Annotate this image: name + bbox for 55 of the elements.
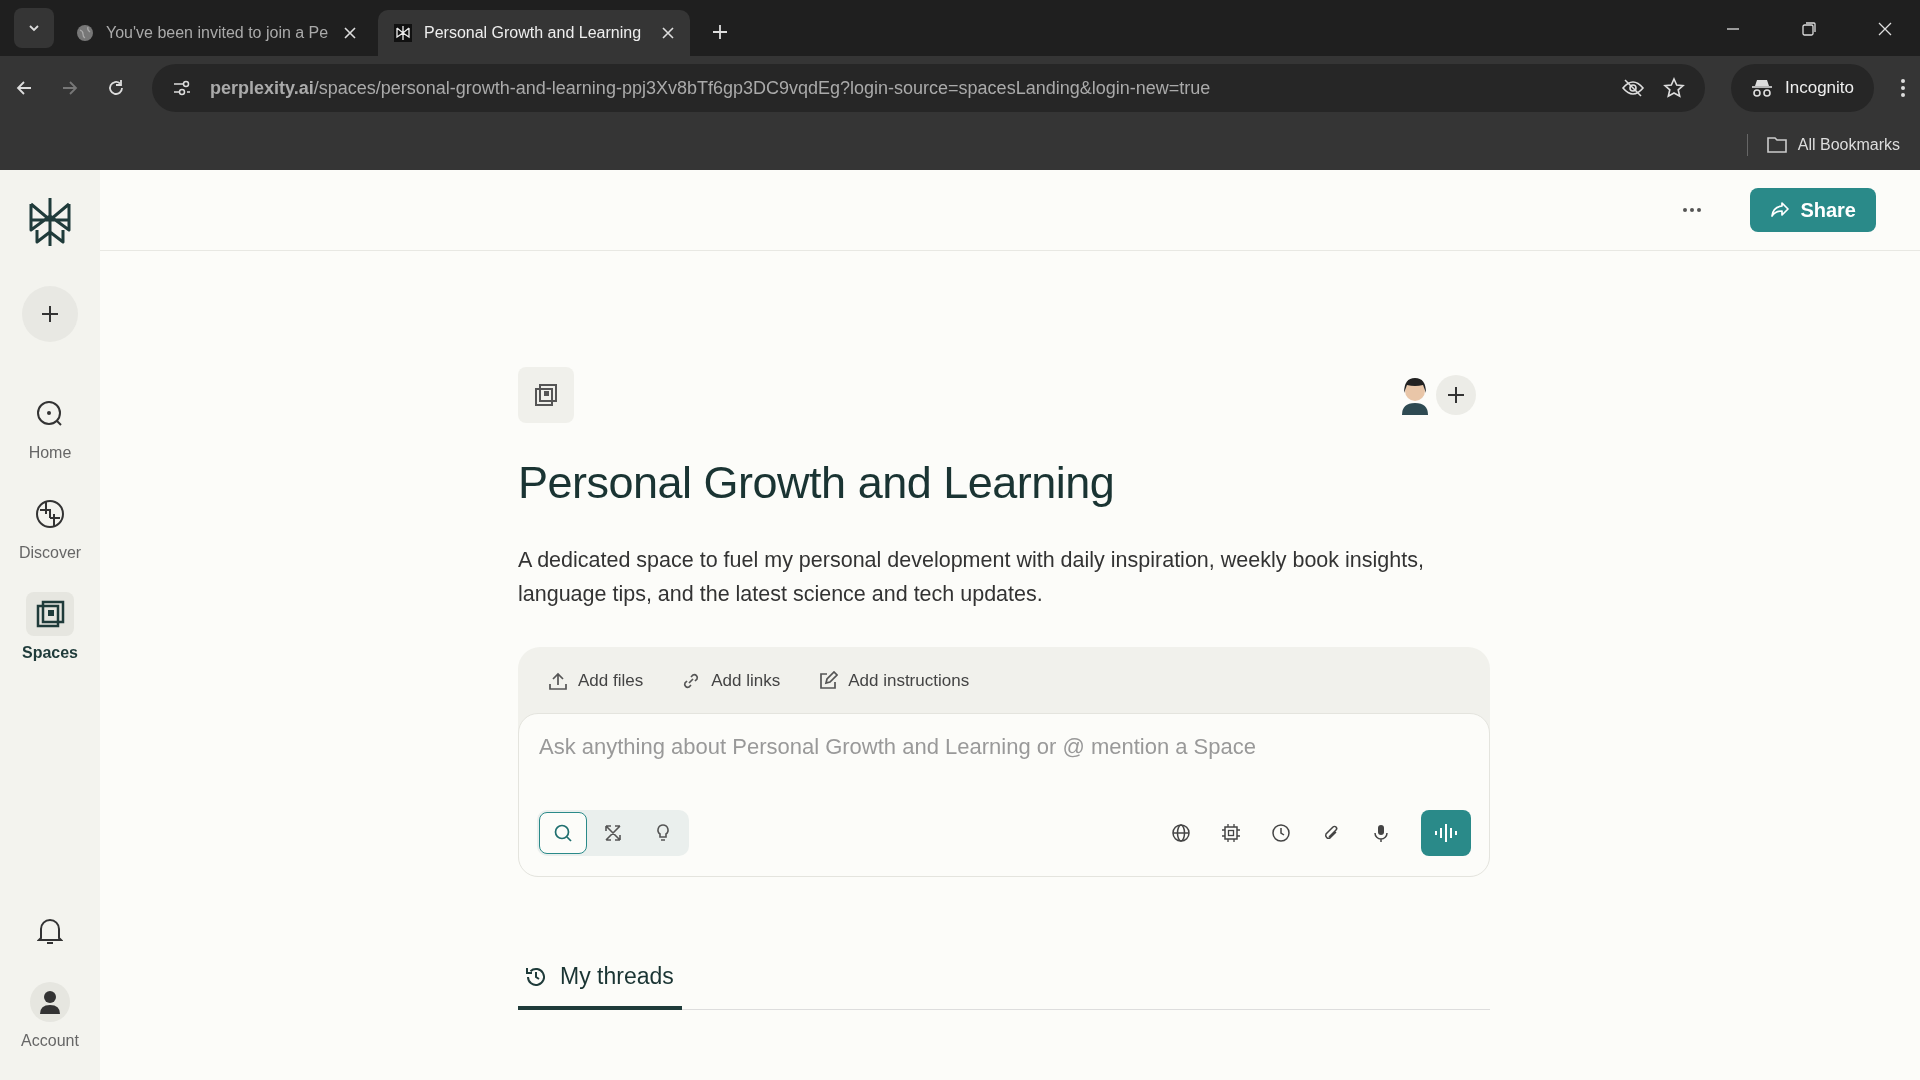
url-text: perplexity.ai/spaces/personal-growth-and-learning-ppj3Xv8bTf6gp3DC9vqdEg?login-source=spacesLanding&login-new=true (210, 77, 1211, 99)
sound-wave-icon (1434, 822, 1458, 844)
close-icon[interactable] (344, 27, 356, 39)
add-member-button[interactable] (1436, 375, 1476, 415)
account-button[interactable]: Account (21, 982, 79, 1050)
folder-icon (1765, 136, 1788, 154)
pencil-icon (818, 671, 839, 691)
space-title: Personal Growth and Learning (518, 457, 1116, 509)
more-icon[interactable] (1682, 207, 1703, 213)
globe-icon (76, 24, 94, 42)
action-button[interactable]: Add instructions (818, 671, 970, 691)
threads-tab[interactable]: My threads (518, 963, 682, 1010)
sidebar-item[interactable]: Home (26, 392, 74, 462)
search-mode-button[interactable] (539, 812, 587, 854)
plus-icon (1446, 385, 1466, 405)
share-button[interactable]: Share (1750, 188, 1876, 232)
globe-icon (34, 498, 66, 530)
logo-icon[interactable] (27, 196, 73, 248)
tab-title: You've been invited to join a Pe (106, 24, 330, 42)
action-button[interactable]: Add links (681, 671, 781, 691)
ask-input[interactable]: Ask anything about Personal Growth and Learning or @ mention a Space (537, 734, 1471, 760)
address-bar[interactable]: perplexity.ai/spaces/personal-growth-and-learning-ppj3Xv8bTf6gp3DC9vqdEg?login-source=spacesLanding&login-new=true (152, 64, 1705, 112)
clock-icon[interactable] (1271, 823, 1291, 843)
reload-icon[interactable] (106, 78, 126, 98)
new-tab-icon[interactable] (712, 24, 728, 40)
close-icon[interactable] (1878, 22, 1892, 36)
chip-icon[interactable] (1221, 823, 1241, 843)
more-icon[interactable] (1900, 78, 1906, 98)
all-bookmarks-button[interactable]: All Bookmarks (1765, 136, 1900, 154)
upload-icon (548, 671, 568, 691)
site-settings-icon[interactable] (172, 79, 192, 97)
incognito-button[interactable]: Incognito (1731, 64, 1874, 112)
avatar-icon (30, 982, 70, 1022)
share-icon (1770, 200, 1791, 220)
spaces-icon (34, 598, 66, 630)
globe-icon[interactable] (1171, 823, 1191, 843)
browser-tab[interactable]: Personal Growth and Learning (378, 10, 690, 56)
cross-arrows-icon (603, 823, 623, 843)
action-button[interactable]: Add files (548, 671, 644, 691)
eye-slash-icon[interactable] (1621, 78, 1645, 98)
microphone-icon[interactable] (1371, 823, 1391, 843)
spaces-icon (518, 367, 574, 423)
space-description: A dedicated space to fuel my personal development with daily inspiration, weekly book insights, language tips, and the latest science and tech updates. (518, 547, 1425, 608)
restore-icon[interactable] (1802, 22, 1816, 36)
star-icon[interactable] (1663, 77, 1685, 99)
plus-icon (40, 304, 60, 324)
bell-icon[interactable] (37, 916, 63, 946)
voice-mode-button[interactable] (1421, 810, 1471, 856)
logo-icon (394, 24, 412, 42)
sidebar-item[interactable]: Discover (18, 492, 82, 562)
incognito-icon (1751, 78, 1773, 98)
search-icon (553, 823, 573, 843)
tab-title: Personal Growth and Learning (424, 24, 643, 42)
browser-tab[interactable]: You've been invited to join a Pe (60, 10, 372, 56)
close-icon[interactable] (662, 27, 674, 39)
